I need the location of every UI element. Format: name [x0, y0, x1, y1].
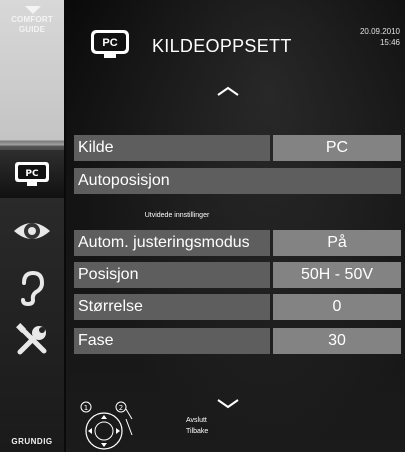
comfort-guide-label[interactable]: COMFORT GUIDE [0, 15, 64, 35]
position-label: Posisjon [74, 262, 270, 288]
tools-icon [16, 323, 47, 355]
ear-icon [21, 270, 45, 306]
scroll-up-icon[interactable] [216, 85, 240, 97]
comfort-guide-arrow-icon[interactable] [25, 6, 41, 14]
menu-row-position[interactable]: Posisjon 50H - 50V [74, 262, 401, 288]
time-text: 15:46 [379, 38, 400, 47]
scroll-down-icon[interactable] [216, 397, 240, 409]
phase-label: Fase [74, 328, 270, 354]
menu-row-size[interactable]: Størrelse 0 [74, 294, 401, 320]
auto-adjust-value[interactable]: På [273, 230, 401, 256]
menu-row-source[interactable]: Kilde PC [74, 135, 401, 161]
datetime: 20.09.2010 15:46 [360, 26, 400, 48]
back-legend: Tilbake [186, 428, 209, 435]
brand-logo: GRUNDIG [11, 437, 53, 446]
page-title: KILDEOPPSETT [152, 36, 292, 56]
svg-text:1: 1 [84, 404, 88, 412]
sidebar: COMFORT GUIDE PC GRUNDIG [0, 0, 66, 452]
position-value[interactable]: 50H - 50V [273, 262, 401, 288]
remote-control-icon: 1 2 [80, 401, 133, 450]
pc-badge-label: PC [102, 37, 118, 49]
menu-row-phase[interactable]: Fase 30 [74, 328, 401, 354]
size-label: Størrelse [74, 294, 270, 320]
sidebar-item-source[interactable]: PC [0, 150, 64, 198]
eye-icon [14, 223, 50, 239]
menu-row-auto-adjust[interactable]: Autom. justeringsmodus På [74, 230, 401, 256]
phase-value[interactable]: 30 [273, 328, 401, 354]
svg-text:PC: PC [25, 169, 39, 179]
exit-legend: Avslutt [186, 417, 207, 424]
source-label: Kilde [74, 135, 270, 161]
size-value[interactable]: 0 [273, 294, 401, 320]
svg-text:2: 2 [119, 404, 123, 412]
advanced-settings-heading: Utvidede innstillinger [144, 212, 210, 219]
source-pc-icon: PC [15, 162, 49, 186]
auto-adjust-label: Autom. justeringsmodus [74, 230, 270, 256]
sidebar-item-picture[interactable] [0, 214, 64, 248]
main-panel: PC KILDEOPPSETT 20.09.2010 15:46 Kilde P… [66, 0, 405, 452]
menu-row-autoposition[interactable]: Autoposisjon [74, 168, 401, 194]
autoposition-label: Autoposisjon [74, 168, 401, 194]
date-text: 20.09.2010 [359, 27, 400, 36]
source-value[interactable]: PC [273, 135, 401, 161]
sidebar-item-settings[interactable] [0, 320, 64, 360]
sidebar-item-sound[interactable] [0, 268, 64, 308]
